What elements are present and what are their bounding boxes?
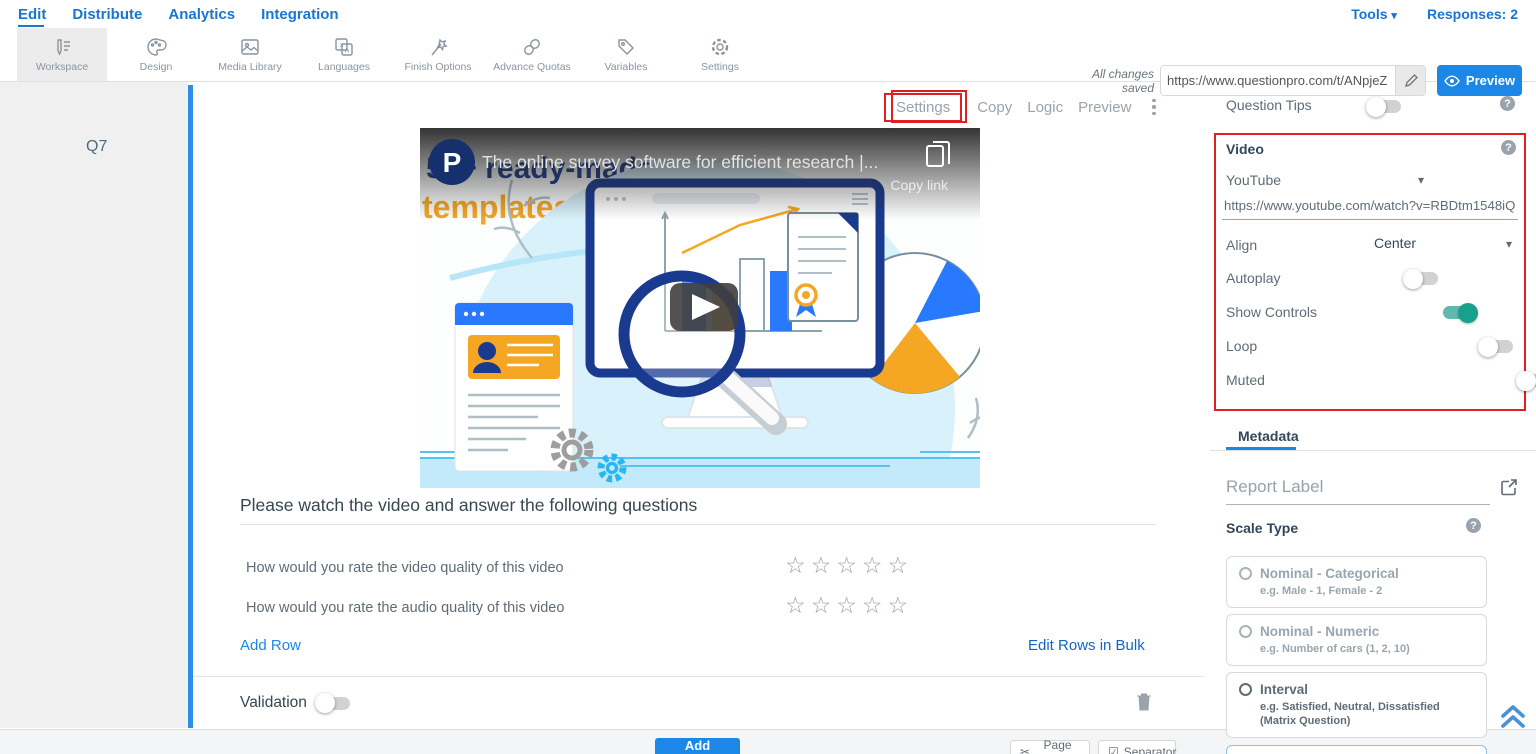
page-break-button[interactable]: ✂ Page Break — [1010, 740, 1090, 754]
scissors-icon: ✂ — [1020, 745, 1030, 754]
palette-icon — [145, 36, 167, 58]
toolbar-advance-quotas[interactable]: Advance Quotas — [487, 28, 577, 81]
top-nav: Edit Distribute Analytics Integration To… — [0, 0, 1536, 28]
external-link-icon[interactable] — [1500, 478, 1518, 496]
caret-down-icon[interactable]: ▾ — [1418, 173, 1424, 187]
scale-option-nominal-numeric[interactable]: Nominal - Numeric e.g. Number of cars (1… — [1226, 614, 1487, 666]
tab-preview[interactable]: Preview — [1078, 99, 1131, 116]
nav-integration[interactable]: Integration — [261, 6, 339, 23]
translate-icon: xA — [333, 36, 355, 58]
tab-copy[interactable]: Copy — [977, 99, 1012, 116]
survey-url-input[interactable] — [1161, 66, 1395, 95]
editor-toolbar: Workspace Design Media Library xA Langua… — [0, 28, 1536, 82]
question-tabs: Settings Copy Logic Preview — [884, 92, 1162, 122]
rating-row-label[interactable]: How would you rate the audio quality of … — [246, 600, 564, 616]
report-label-input[interactable] — [1226, 477, 1490, 505]
loop-toggle[interactable] — [1480, 340, 1513, 353]
validation-toggle[interactable] — [317, 697, 350, 710]
radio-icon[interactable] — [1239, 625, 1252, 638]
scale-option-interval[interactable]: Interval e.g. Satisfied, Neutral, Dissat… — [1226, 672, 1487, 738]
add-question-button[interactable]: Add Question — [655, 738, 740, 754]
radio-icon[interactable] — [1239, 567, 1252, 580]
question-number: Q7 — [86, 138, 107, 156]
show-controls-toggle[interactable] — [1443, 306, 1476, 319]
divider — [240, 524, 1156, 525]
help-icon[interactable]: ? — [1501, 140, 1516, 155]
add-row-link[interactable]: Add Row — [240, 637, 301, 654]
video-provider-select[interactable]: YouTube — [1226, 172, 1281, 188]
video-url-input[interactable] — [1222, 196, 1518, 220]
question-tips-toggle[interactable] — [1368, 100, 1401, 113]
scale-option-nominal-categorical[interactable]: Nominal - Categorical e.g. Male - 1, Fem… — [1226, 556, 1487, 608]
nav-edit[interactable]: Edit — [18, 6, 46, 23]
muted-toggle[interactable] — [1518, 374, 1536, 387]
responses-link[interactable]: Responses: 2 — [1427, 6, 1518, 22]
toolbar-workspace[interactable]: Workspace — [17, 28, 107, 81]
autoplay-label: Autoplay — [1226, 270, 1280, 286]
pencil-icon — [1404, 74, 1418, 88]
toolbar-finish-options[interactable]: Finish Options — [393, 28, 483, 81]
survey-url-box — [1160, 65, 1426, 96]
scroll-to-top-icon[interactable] — [1500, 702, 1526, 730]
checkbox-icon: ☑ — [1108, 745, 1119, 754]
caret-down-icon: ▾ — [1391, 10, 1397, 22]
separator-button[interactable]: ☑ Separator — [1098, 740, 1176, 754]
tab-metadata[interactable]: Metadata — [1238, 428, 1299, 444]
rating-row-label[interactable]: How would you rate the video quality of … — [246, 560, 564, 576]
video-player[interactable]: 50+ ready-made templates — [420, 128, 980, 488]
nav-distribute[interactable]: Distribute — [72, 6, 142, 23]
tools-menu[interactable]: Tools ▾ — [1351, 6, 1397, 22]
questionpro-editor: Edit Distribute Analytics Integration To… — [0, 0, 1536, 754]
caret-down-icon[interactable]: ▾ — [1506, 237, 1512, 251]
muted-label: Muted — [1226, 372, 1265, 388]
tag-icon — [615, 36, 637, 58]
edit-rows-in-bulk-link[interactable]: Edit Rows in Bulk — [1028, 637, 1145, 654]
tab-logic[interactable]: Logic — [1027, 99, 1063, 116]
toolbar-media-library[interactable]: Media Library — [205, 28, 295, 81]
nav-analytics[interactable]: Analytics — [168, 6, 235, 23]
toolbar-design[interactable]: Design — [111, 28, 201, 81]
workspace-list-icon — [51, 36, 73, 58]
image-icon — [239, 36, 261, 58]
question-gutter — [0, 82, 188, 728]
copy-link-label: Copy link — [890, 177, 949, 193]
align-label: Align — [1226, 237, 1257, 253]
more-options-icon[interactable] — [1146, 99, 1162, 116]
radio-icon[interactable] — [1239, 683, 1252, 696]
save-status: All changes saved — [1068, 67, 1154, 95]
star-rating[interactable]: ☆☆☆☆☆ — [785, 555, 913, 575]
scale-type-label: Scale Type — [1226, 520, 1298, 536]
show-controls-label: Show Controls — [1226, 304, 1317, 320]
loop-label: Loop — [1226, 338, 1257, 354]
tab-settings[interactable]: Settings — [884, 93, 962, 122]
help-icon[interactable]: ? — [1500, 96, 1515, 111]
question-selection-bar — [188, 85, 193, 728]
divider — [1210, 450, 1536, 451]
play-button — [670, 283, 738, 331]
chain-links-icon — [521, 36, 543, 58]
eye-icon — [1444, 75, 1460, 87]
question-tips-label: Question Tips — [1226, 97, 1312, 113]
video-section-title: Video — [1226, 141, 1264, 157]
gear-icon — [709, 36, 731, 58]
help-icon[interactable]: ? — [1466, 518, 1481, 533]
logo-letter: P — [443, 147, 462, 178]
edit-url-button[interactable] — [1395, 66, 1425, 95]
preview-button[interactable]: Preview — [1437, 65, 1522, 96]
magic-wand-icon — [427, 36, 449, 58]
align-value-select[interactable]: Center — [1374, 235, 1416, 251]
divider — [193, 676, 1205, 677]
question-title[interactable]: Please watch the video and answer the fo… — [240, 495, 697, 516]
svg-text:A: A — [345, 48, 350, 55]
toolbar-variables[interactable]: Variables — [581, 28, 671, 81]
toolbar-languages[interactable]: xA Languages — [299, 28, 389, 81]
delete-question-icon[interactable] — [1136, 692, 1152, 711]
autoplay-toggle[interactable] — [1405, 272, 1438, 285]
validation-label: Validation — [240, 694, 307, 712]
star-rating[interactable]: ☆☆☆☆☆ — [785, 595, 913, 615]
scale-option-partial[interactable] — [1226, 745, 1487, 754]
video-title: The online survey software for efficient… — [482, 152, 878, 172]
svg-text:x: x — [340, 42, 344, 49]
toolbar-settings[interactable]: Settings — [675, 28, 765, 81]
